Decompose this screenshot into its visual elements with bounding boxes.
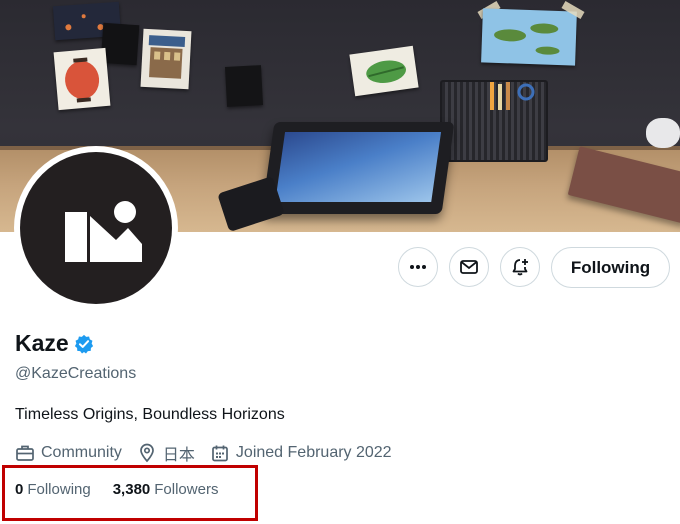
more-horizontal-icon bbox=[410, 265, 426, 269]
floating-island-icon bbox=[494, 23, 560, 55]
banner-note-leaf bbox=[349, 45, 419, 97]
bell-plus-icon bbox=[512, 259, 528, 276]
profile-meta: Community 日本 Joined February 2022 bbox=[15, 441, 407, 465]
location-label: 日本 bbox=[162, 447, 195, 464]
meta-location: 日本 bbox=[137, 441, 195, 465]
bio-text: Timeless Origins, Boundless Horizons bbox=[15, 406, 285, 423]
pen-holder bbox=[440, 78, 548, 162]
message-button[interactable] bbox=[449, 247, 489, 287]
pencils-icon bbox=[490, 78, 535, 110]
display-name: Kaze bbox=[15, 330, 69, 356]
image-placeholder-icon bbox=[65, 201, 142, 262]
category-label[interactable]: Community bbox=[41, 444, 122, 462]
avatar[interactable] bbox=[14, 146, 178, 310]
lantern-icon bbox=[65, 57, 100, 103]
banner-note-black bbox=[224, 65, 264, 107]
banner-note-islands bbox=[481, 8, 577, 66]
drawing-tablet bbox=[261, 122, 455, 214]
envelope-icon bbox=[460, 260, 478, 274]
meta-joined: Joined February 2022 bbox=[210, 443, 392, 463]
crumpled-paper bbox=[646, 118, 680, 148]
highlight-box bbox=[2, 465, 258, 521]
following-button[interactable]: Following bbox=[551, 247, 670, 288]
briefcase-icon bbox=[16, 445, 34, 461]
verified-badge-icon[interactable] bbox=[74, 334, 94, 354]
user-handle: @KazeCreations bbox=[15, 365, 137, 382]
more-button[interactable] bbox=[398, 247, 438, 287]
avatar-image bbox=[20, 152, 172, 304]
tablet-screen bbox=[275, 132, 442, 202]
building-icon bbox=[148, 35, 186, 79]
joined-label: Joined February 2022 bbox=[235, 444, 392, 461]
banner-note-dark bbox=[100, 22, 140, 66]
leaf-icon bbox=[366, 60, 406, 83]
location-pin-icon bbox=[140, 443, 154, 463]
banner-note-lantern bbox=[53, 47, 111, 111]
calendar-icon bbox=[212, 445, 228, 462]
name-row: Kaze bbox=[15, 330, 94, 357]
meta-category[interactable]: Community bbox=[15, 443, 122, 463]
banner-note-building bbox=[140, 28, 192, 90]
notify-button[interactable] bbox=[500, 247, 540, 287]
